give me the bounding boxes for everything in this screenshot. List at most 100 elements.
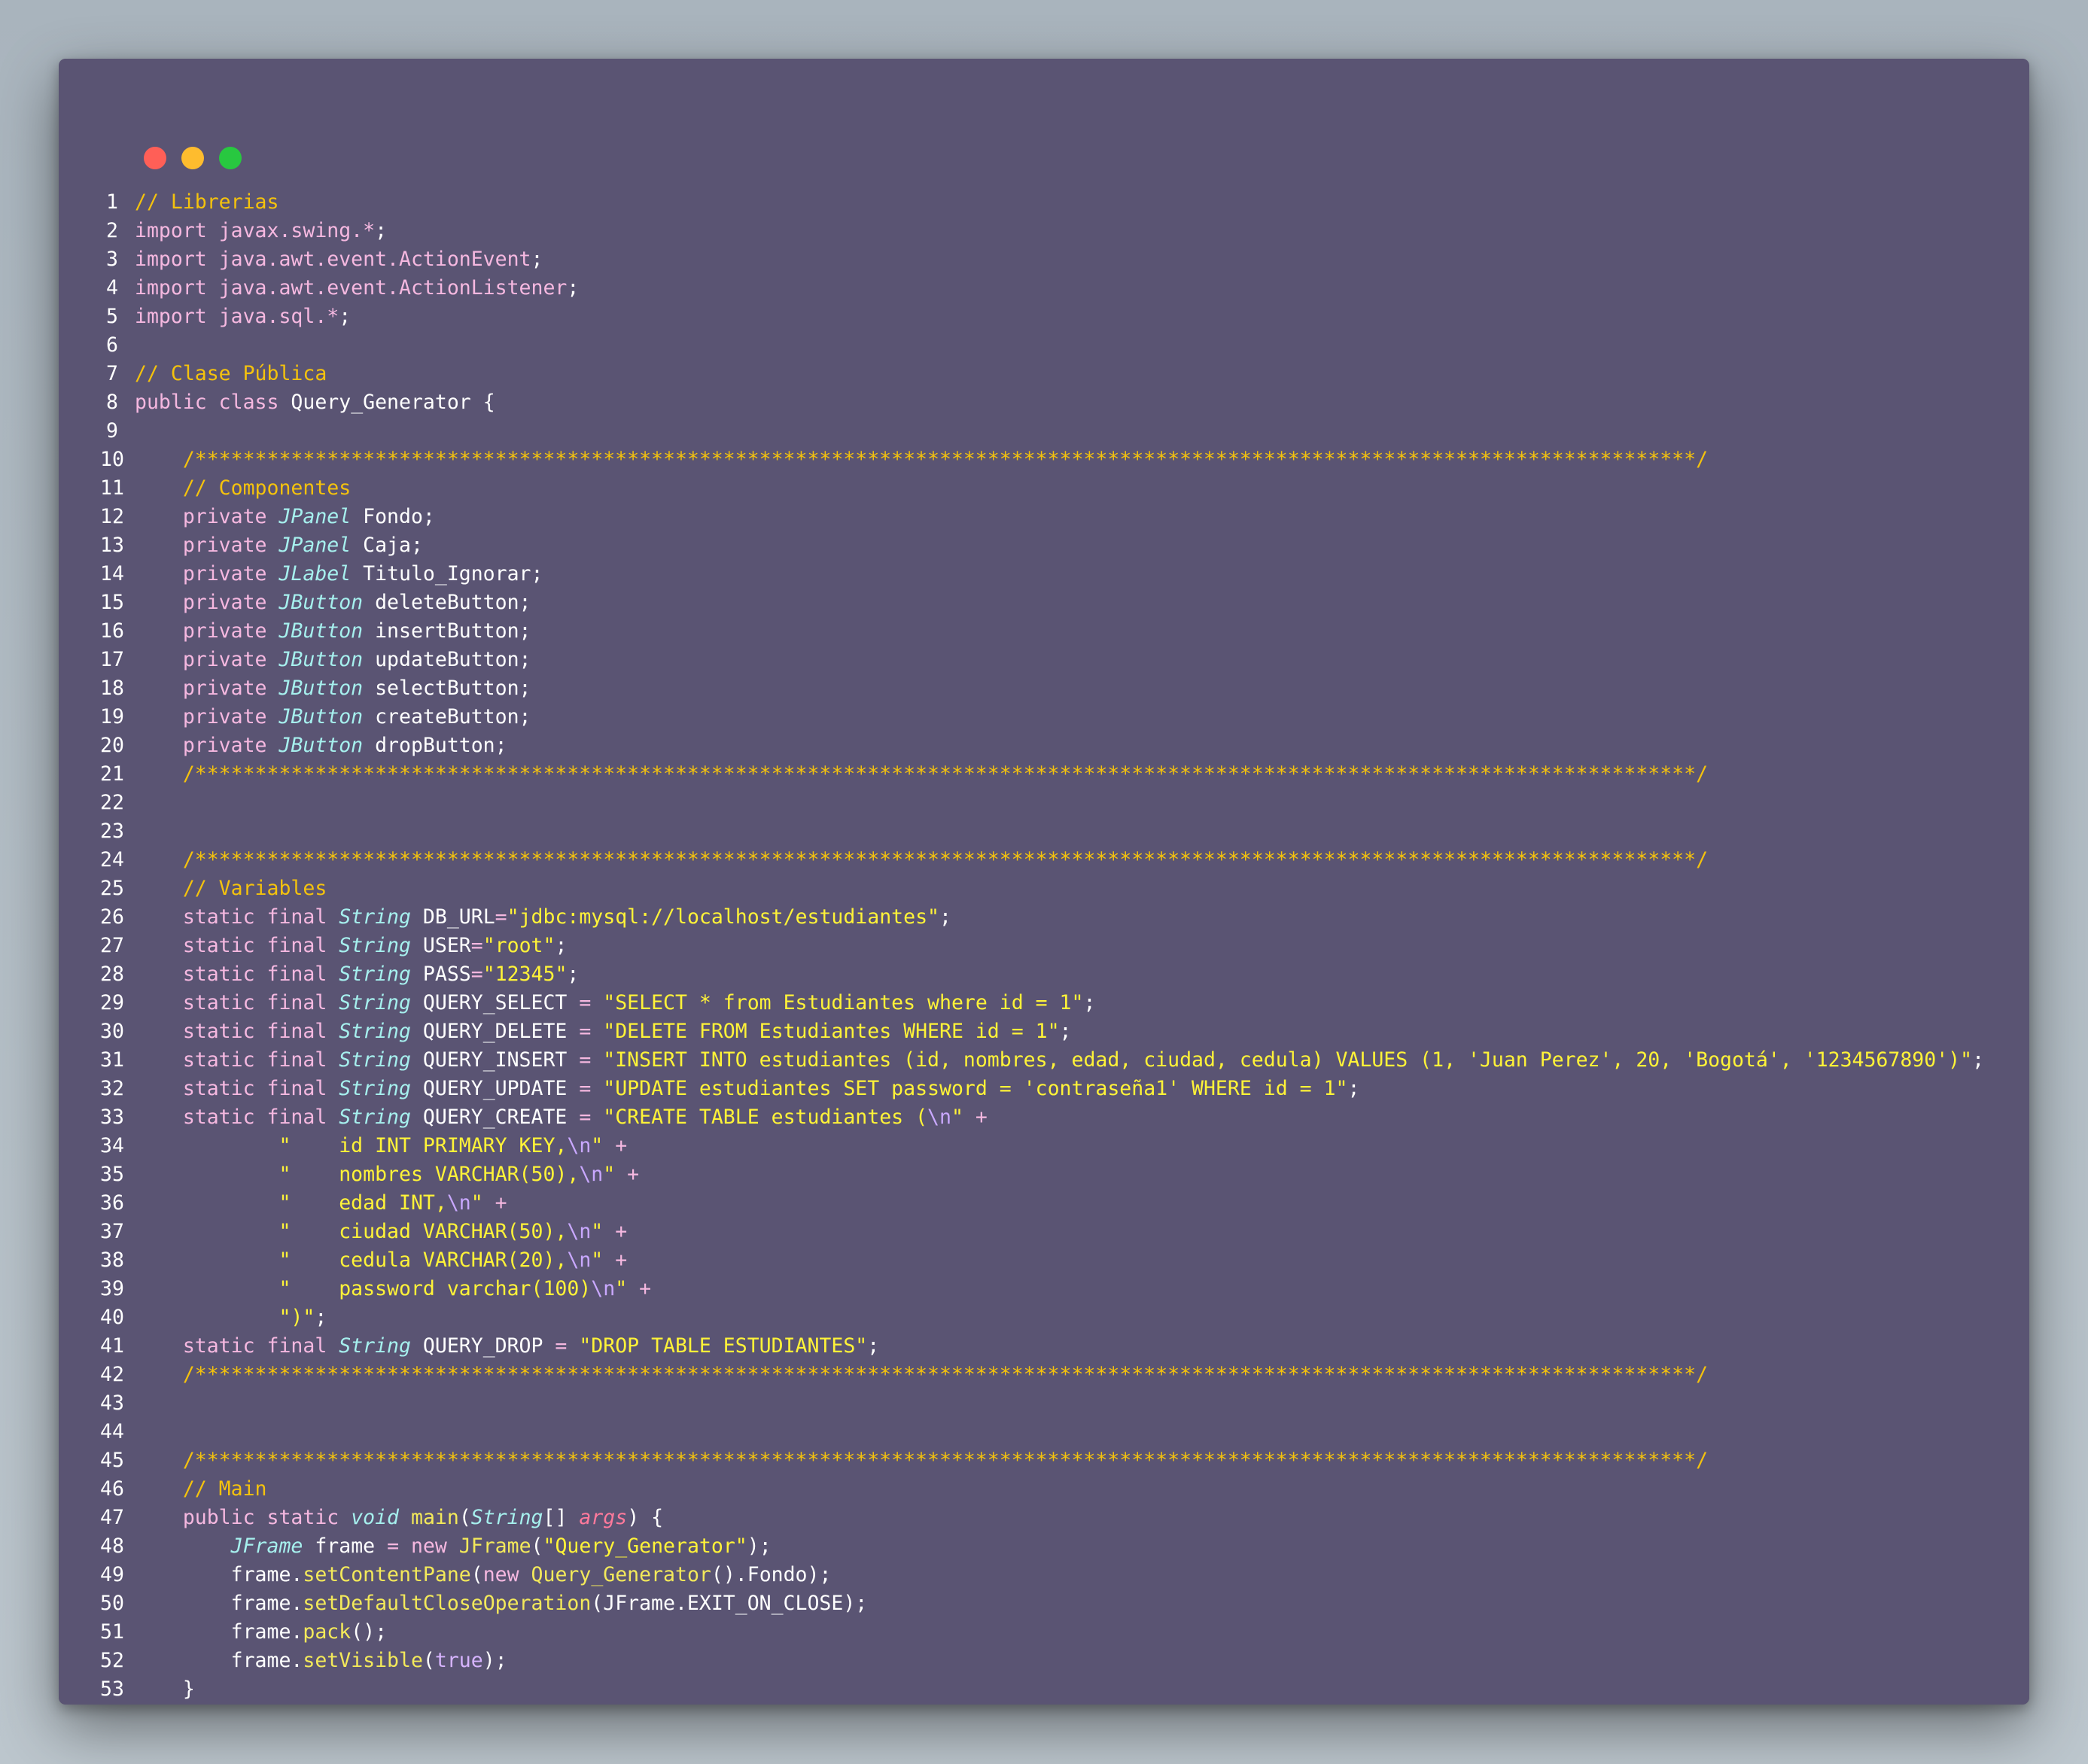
line-code: static final String QUERY_INSERT = "INSE… xyxy=(135,1046,1984,1075)
code-token: ); xyxy=(482,1649,507,1672)
code-token: ); xyxy=(747,1534,772,1558)
line-number: 6 xyxy=(106,333,118,357)
code-token: \n xyxy=(591,1277,616,1300)
line-number: 25 xyxy=(100,877,124,900)
line-code: private JButton dropButton; xyxy=(135,731,507,760)
code-token: (); xyxy=(351,1620,388,1644)
code-line: 36 " edad INT,\n" + xyxy=(59,1189,2029,1218)
code-token: /***************************************… xyxy=(135,1363,1709,1386)
code-token: JPanel xyxy=(279,534,352,557)
code-token: ( xyxy=(458,1506,471,1529)
code-line: 51 frame.pack(); xyxy=(59,1618,2029,1647)
code-token: } xyxy=(135,1677,195,1701)
code-token: main xyxy=(410,1506,459,1529)
code-token: ; xyxy=(867,1334,880,1358)
line-code: // Librerias xyxy=(135,188,279,217)
line-number: 9 xyxy=(106,419,118,443)
code-token: static final xyxy=(135,934,339,957)
code-line: 34 " id INT PRIMARY KEY,\n" + xyxy=(59,1132,2029,1160)
code-window: 1 // Librerias 2 import javax.swing.*; 3 impo… xyxy=(59,59,2029,1705)
code-token: void xyxy=(351,1506,400,1529)
code-line: 25 // Variables xyxy=(59,874,2029,903)
line-code: public class Query_Generator { xyxy=(135,388,495,417)
code-token: JButton xyxy=(279,734,364,757)
close-window-button[interactable] xyxy=(144,147,166,169)
code-token: "UPDATE estudiantes SET password = 'cont… xyxy=(603,1077,1348,1100)
line-number: 16 xyxy=(100,619,124,643)
code-token: Titulo_Ignorar; xyxy=(351,562,543,585)
code-token: JPanel xyxy=(279,505,352,528)
line-code: static final String QUERY_SELECT = "SELE… xyxy=(135,989,1096,1017)
line-number: 5 xyxy=(106,305,118,328)
code-token: String xyxy=(339,963,411,986)
code-editor: 1 // Librerias 2 import javax.swing.*; 3 impo… xyxy=(59,188,2029,1705)
code-token: java.awt.event.ActionEvent xyxy=(218,248,531,271)
code-token: ; xyxy=(315,1306,327,1329)
line-code: " nombres VARCHAR(50),\n" + xyxy=(135,1160,639,1189)
code-token: ; xyxy=(555,934,568,957)
code-token: setContentPane xyxy=(303,1563,471,1586)
line-number: 19 xyxy=(100,705,124,728)
code-token: dropButton; xyxy=(363,734,507,757)
line-number: 47 xyxy=(100,1506,124,1529)
code-token: = xyxy=(579,991,604,1014)
line-number: 29 xyxy=(100,991,124,1014)
code-token: ; xyxy=(1059,1020,1072,1043)
code-token: " id INT PRIMARY KEY, xyxy=(135,1134,568,1157)
code-line: 13 private JPanel Caja; xyxy=(59,531,2029,560)
code-line: 48 JFrame frame = new JFrame("Query_Gene… xyxy=(59,1532,2029,1561)
code-token: pack xyxy=(303,1620,352,1644)
line-code: /***************************************… xyxy=(135,846,1708,874)
code-token: "INSERT INTO estudiantes (id, nombres, e… xyxy=(603,1048,1973,1072)
line-code: private JButton selectButton; xyxy=(135,674,531,703)
line-number: 21 xyxy=(100,762,124,786)
minimize-window-button[interactable] xyxy=(181,147,204,169)
code-line: 49 frame.setContentPane(new Query_Genera… xyxy=(59,1561,2029,1589)
code-token: = xyxy=(495,905,507,929)
code-line: 15 private JButton deleteButton; xyxy=(59,589,2029,617)
maximize-window-button[interactable] xyxy=(219,147,242,169)
code-token: = xyxy=(470,934,483,957)
code-token: ; xyxy=(567,963,580,986)
code-line: 23 xyxy=(59,817,2029,846)
line-number: 34 xyxy=(100,1134,124,1157)
code-token: " xyxy=(591,1220,604,1243)
code-token: import xyxy=(135,305,219,328)
code-token: import xyxy=(135,219,219,242)
code-token: new xyxy=(482,1563,531,1586)
line-code: import java.sql.*; xyxy=(135,303,351,331)
code-line: 4 import java.awt.event.ActionListener; xyxy=(59,274,2029,303)
code-token: String xyxy=(470,1506,543,1529)
code-token: QUERY_DROP xyxy=(410,1334,555,1358)
code-token: // Clase Pública xyxy=(135,362,327,385)
code-token: "DROP TABLE ESTUDIANTES" xyxy=(579,1334,868,1358)
code-token: private xyxy=(135,648,279,671)
code-line: 50 frame.setDefaultCloseOperation(JFrame… xyxy=(59,1589,2029,1618)
line-number: 1 xyxy=(106,190,118,214)
line-code: static final String DB_URL="jdbc:mysql:/… xyxy=(135,903,951,932)
code-token: \n xyxy=(579,1163,604,1186)
code-line: 54 /********** xyxy=(59,1704,2029,1705)
code-token: true xyxy=(434,1649,483,1672)
line-code: static final String QUERY_UPDATE = "UPDA… xyxy=(135,1075,1360,1103)
line-code: private JButton insertButton; xyxy=(135,617,531,646)
code-token: private xyxy=(135,562,279,585)
code-token: USER xyxy=(410,934,471,957)
line-number: 46 xyxy=(100,1477,124,1501)
code-token: deleteButton; xyxy=(363,591,531,614)
code-token: = xyxy=(555,1334,580,1358)
code-token: frame. xyxy=(135,1620,303,1644)
code-token: + xyxy=(603,1134,628,1157)
code-token: String xyxy=(339,934,411,957)
code-line: 10 /************************************… xyxy=(59,446,2029,474)
code-token: JButton xyxy=(279,677,364,700)
code-line: 19 private JButton createButton; xyxy=(59,703,2029,731)
line-number: 13 xyxy=(100,534,124,557)
line-code: frame.setDefaultCloseOperation(JFrame.EX… xyxy=(135,1589,868,1618)
code-token: " nombres VARCHAR(50), xyxy=(135,1163,580,1186)
code-token: JLabel xyxy=(279,562,352,585)
line-number: 40 xyxy=(100,1306,124,1329)
line-code: frame.pack(); xyxy=(135,1618,387,1647)
code-token: " xyxy=(951,1106,963,1129)
code-line: 22 xyxy=(59,789,2029,817)
